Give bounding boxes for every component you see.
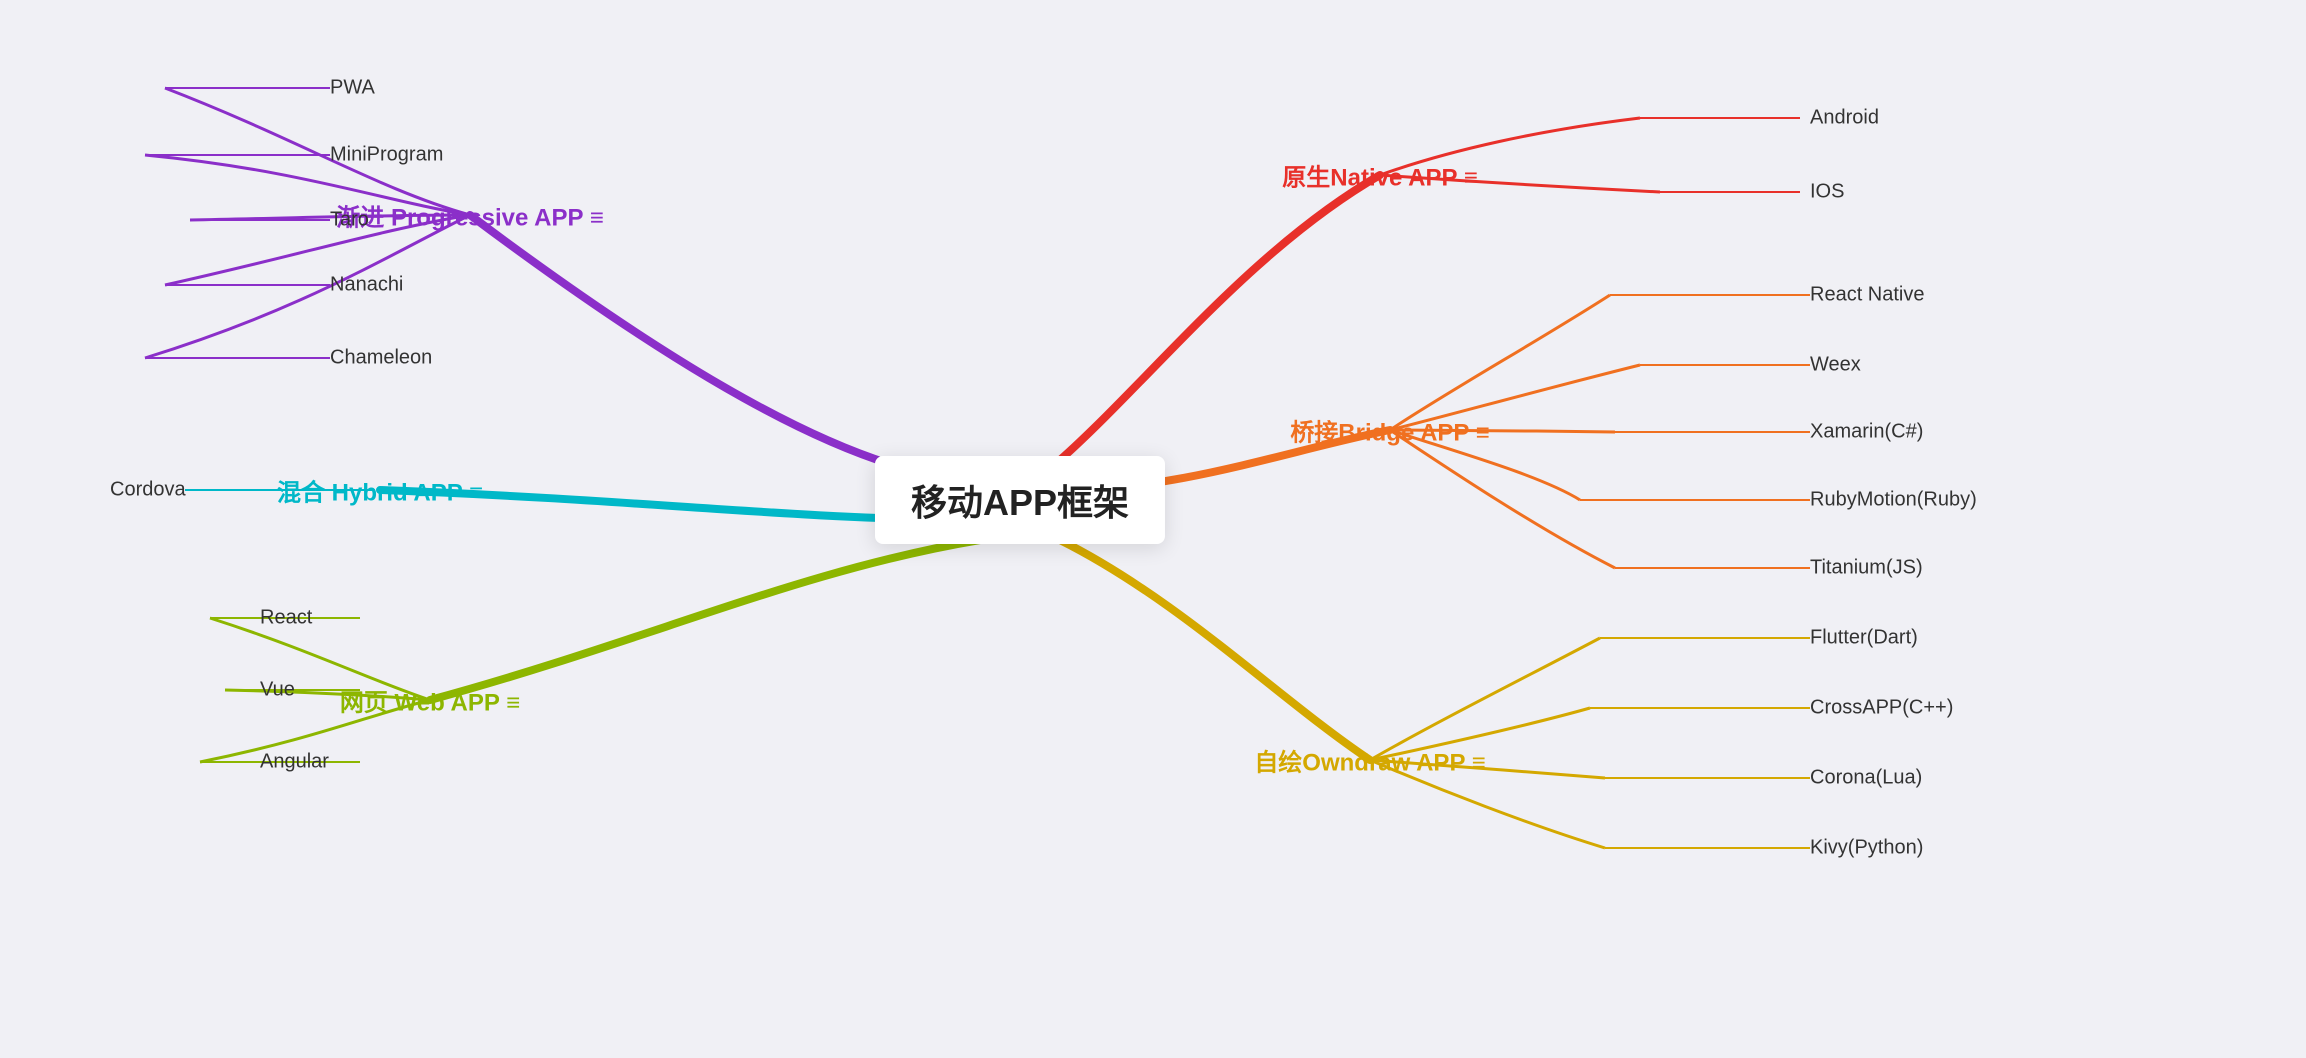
leaf-chameleon: Chameleon [330,347,432,370]
leaf-kivy: Kivy(Python) [1810,837,1923,860]
leaf-react: React [260,607,312,630]
leaf-cordova: Cordova [110,479,186,502]
branch-web: 网页 Web APP ≡ [340,683,520,718]
leaf-corona: Corona(Lua) [1810,767,1922,790]
branch-native: 原生Native APP ≡ [1282,158,1477,193]
branch-owndraw: 自绘Owndraw APP ≡ [1254,743,1485,778]
leaf-weex: Weex [1810,354,1861,377]
leaf-vue: Vue [260,679,295,702]
branch-progressive: 渐进 Progressive APP ≡ [336,198,603,233]
leaf-miniprogram: MiniProgram [330,144,443,167]
leaf-flutter: Flutter(Dart) [1810,627,1918,650]
leaf-taro: Taro [330,209,369,232]
branch-bridge: 桥接Bridge APP ≡ [1290,413,1489,448]
leaf-android: Android [1810,107,1879,130]
leaf-pwa: PWA [330,77,375,100]
leaf-rubymotion: RubyMotion(Ruby) [1810,489,1977,512]
leaf-titanium: Titanium(JS) [1810,557,1923,580]
leaf-crossapp: CrossAPP(C++) [1810,697,1953,720]
branch-hybrid: 混合 Hybrid APP ≡ [277,473,483,508]
leaf-xamarin: Xamarin(C#) [1810,421,1923,444]
leaf-angular: Angular [260,751,329,774]
leaf-nanachi: Nanachi [330,274,403,297]
leaf-ios: IOS [1810,181,1844,204]
leaf-react-native: React Native [1810,284,1925,307]
mindmap-container: 移动APP框架 渐进 Progressive APP ≡ 混合 Hybrid A… [0,0,2306,1058]
center-node: 移动APP框架 [875,456,1165,544]
